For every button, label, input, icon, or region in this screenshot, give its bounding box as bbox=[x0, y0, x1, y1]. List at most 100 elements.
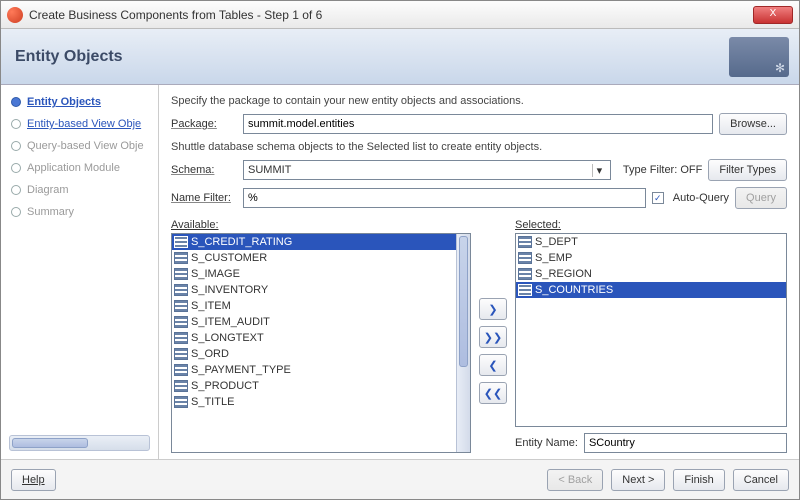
header-decoration-icon bbox=[729, 37, 789, 77]
available-item[interactable]: S_TITLE bbox=[172, 394, 456, 410]
wizard-header: Entity Objects bbox=[1, 29, 799, 85]
cancel-button[interactable]: Cancel bbox=[733, 469, 789, 491]
step-dot-icon bbox=[11, 119, 21, 129]
available-item[interactable]: S_CUSTOMER bbox=[172, 250, 456, 266]
available-item[interactable]: S_PRODUCT bbox=[172, 378, 456, 394]
available-listbox[interactable]: S_CREDIT_RATING S_CUSTOMER S_IMAGE S_INVENT… bbox=[171, 233, 471, 453]
table-icon bbox=[174, 316, 188, 328]
finish-button-label: Finish bbox=[684, 474, 713, 486]
schema-row: Schema: SUMMIT ▾ Type Filter: OFF Filter… bbox=[171, 159, 787, 181]
step-label: Query-based View Obje bbox=[27, 140, 144, 152]
available-item[interactable]: S_IMAGE bbox=[172, 266, 456, 282]
selected-item[interactable]: S_DEPT bbox=[516, 234, 786, 250]
auto-query-label[interactable]: Auto-Query bbox=[673, 192, 729, 204]
scrollbar-thumb[interactable] bbox=[12, 438, 88, 448]
filter-types-button[interactable]: Filter Types bbox=[708, 159, 787, 181]
name-filter-input[interactable] bbox=[243, 188, 646, 208]
schema-select[interactable]: SUMMIT ▾ bbox=[243, 160, 611, 180]
name-filter-row: Name Filter: ✓ Auto-Query Query bbox=[171, 187, 787, 209]
wizard-footer: Help < Back Next > Finish Cancel bbox=[1, 459, 799, 499]
selected-item[interactable]: S_REGION bbox=[516, 266, 786, 282]
wizard-main-panel: Specify the package to contain your new … bbox=[159, 85, 799, 459]
step-dot-icon bbox=[11, 185, 21, 195]
shuttle-container: Available: S_CREDIT_RATINGS_CUSTOMERS_IM… bbox=[171, 219, 787, 453]
wizard-steps-sidebar: Entity Objects Entity-based View Obje Quer… bbox=[1, 85, 159, 459]
step-dot-icon bbox=[11, 141, 21, 151]
entity-name-input[interactable] bbox=[584, 433, 787, 453]
selected-label: Selected: bbox=[515, 219, 787, 231]
available-column: Available: S_CREDIT_RATINGS_CUSTOMERS_IM… bbox=[171, 219, 471, 453]
double-arrow-right-icon: ❯❯ bbox=[484, 331, 502, 344]
schema-select-value: SUMMIT bbox=[248, 164, 592, 176]
sidebar-horizontal-scrollbar[interactable] bbox=[9, 435, 150, 451]
available-item-label: S_CREDIT_RATING bbox=[191, 236, 292, 248]
available-item[interactable]: S_PAYMENT_TYPE bbox=[172, 362, 456, 378]
step-summary: Summary bbox=[9, 201, 154, 223]
step-dot-icon bbox=[11, 207, 21, 217]
browse-button[interactable]: Browse... bbox=[719, 113, 787, 135]
instruction-shuttle: Shuttle database schema objects to the S… bbox=[171, 141, 787, 153]
package-input[interactable] bbox=[243, 114, 713, 134]
shuttle-buttons: ❯ ❯❯ ❮ ❮❮ bbox=[479, 219, 507, 453]
auto-query-checkbox[interactable]: ✓ bbox=[652, 192, 664, 204]
step-diagram: Diagram bbox=[9, 179, 154, 201]
step-entity-objects[interactable]: Entity Objects bbox=[9, 91, 154, 113]
back-button: < Back bbox=[547, 469, 603, 491]
available-item-label: S_TITLE bbox=[191, 396, 234, 408]
close-button[interactable]: X bbox=[753, 6, 793, 24]
instruction-package: Specify the package to contain your new … bbox=[171, 95, 787, 107]
table-icon bbox=[174, 236, 188, 248]
available-item-label: S_PRODUCT bbox=[191, 380, 259, 392]
next-button[interactable]: Next > bbox=[611, 469, 665, 491]
available-item[interactable]: S_ITEM_AUDIT bbox=[172, 314, 456, 330]
wizard-window: Create Business Components from Tables -… bbox=[0, 0, 800, 500]
type-filter-status: Type Filter: OFF bbox=[623, 164, 702, 176]
package-row: Package: Browse... bbox=[171, 113, 787, 135]
step-dot-icon bbox=[11, 163, 21, 173]
available-scrollbar[interactable] bbox=[456, 234, 470, 452]
table-icon bbox=[174, 380, 188, 392]
table-icon bbox=[174, 364, 188, 376]
available-item[interactable]: S_LONGTEXT bbox=[172, 330, 456, 346]
available-item-label: S_PAYMENT_TYPE bbox=[191, 364, 291, 376]
selected-listbox[interactable]: S_DEPTS_EMP S_REGION S_COUNTRIES bbox=[515, 233, 787, 427]
step-link-label[interactable]: Entity-based View Obje bbox=[27, 118, 141, 130]
chevron-down-icon: ▾ bbox=[592, 164, 606, 177]
available-item[interactable]: S_CREDIT_RATING bbox=[172, 234, 456, 250]
browse-button-label: Browse... bbox=[730, 118, 776, 130]
move-right-button[interactable]: ❯ bbox=[479, 298, 507, 320]
selected-item[interactable]: S_EMP bbox=[516, 250, 786, 266]
scrollbar-thumb[interactable] bbox=[459, 236, 468, 367]
table-icon bbox=[174, 268, 188, 280]
step-link-label[interactable]: Entity Objects bbox=[27, 96, 101, 108]
table-icon bbox=[518, 268, 532, 280]
available-item-label: S_ITEM bbox=[191, 300, 231, 312]
available-item[interactable]: S_INVENTORY bbox=[172, 282, 456, 298]
step-entity-based-view-objects[interactable]: Entity-based View Obje bbox=[9, 113, 154, 135]
move-left-button[interactable]: ❮ bbox=[479, 354, 507, 376]
cancel-button-label: Cancel bbox=[744, 474, 778, 486]
available-item-label: S_IMAGE bbox=[191, 268, 240, 280]
available-item-label: S_ORD bbox=[191, 348, 229, 360]
table-icon bbox=[174, 284, 188, 296]
step-label: Diagram bbox=[27, 184, 69, 196]
available-item[interactable]: S_ITEM bbox=[172, 298, 456, 314]
page-title: Entity Objects bbox=[15, 48, 123, 66]
selected-item[interactable]: S_COUNTRIES bbox=[516, 282, 786, 298]
query-button-label: Query bbox=[746, 192, 776, 204]
table-icon bbox=[174, 396, 188, 408]
available-item[interactable]: S_ORD bbox=[172, 346, 456, 362]
selected-item-label: S_COUNTRIES bbox=[535, 284, 613, 296]
next-button-label: Next > bbox=[622, 474, 654, 486]
help-button-label: Help bbox=[22, 474, 45, 486]
move-all-left-button[interactable]: ❮❮ bbox=[479, 382, 507, 404]
selected-item-label: S_REGION bbox=[535, 268, 592, 280]
table-icon bbox=[174, 332, 188, 344]
query-button: Query bbox=[735, 187, 787, 209]
table-icon bbox=[518, 284, 532, 296]
filter-types-label: Filter Types bbox=[719, 164, 776, 176]
help-button[interactable]: Help bbox=[11, 469, 56, 491]
move-all-right-button[interactable]: ❯❯ bbox=[479, 326, 507, 348]
finish-button[interactable]: Finish bbox=[673, 469, 724, 491]
step-label: Summary bbox=[27, 206, 74, 218]
